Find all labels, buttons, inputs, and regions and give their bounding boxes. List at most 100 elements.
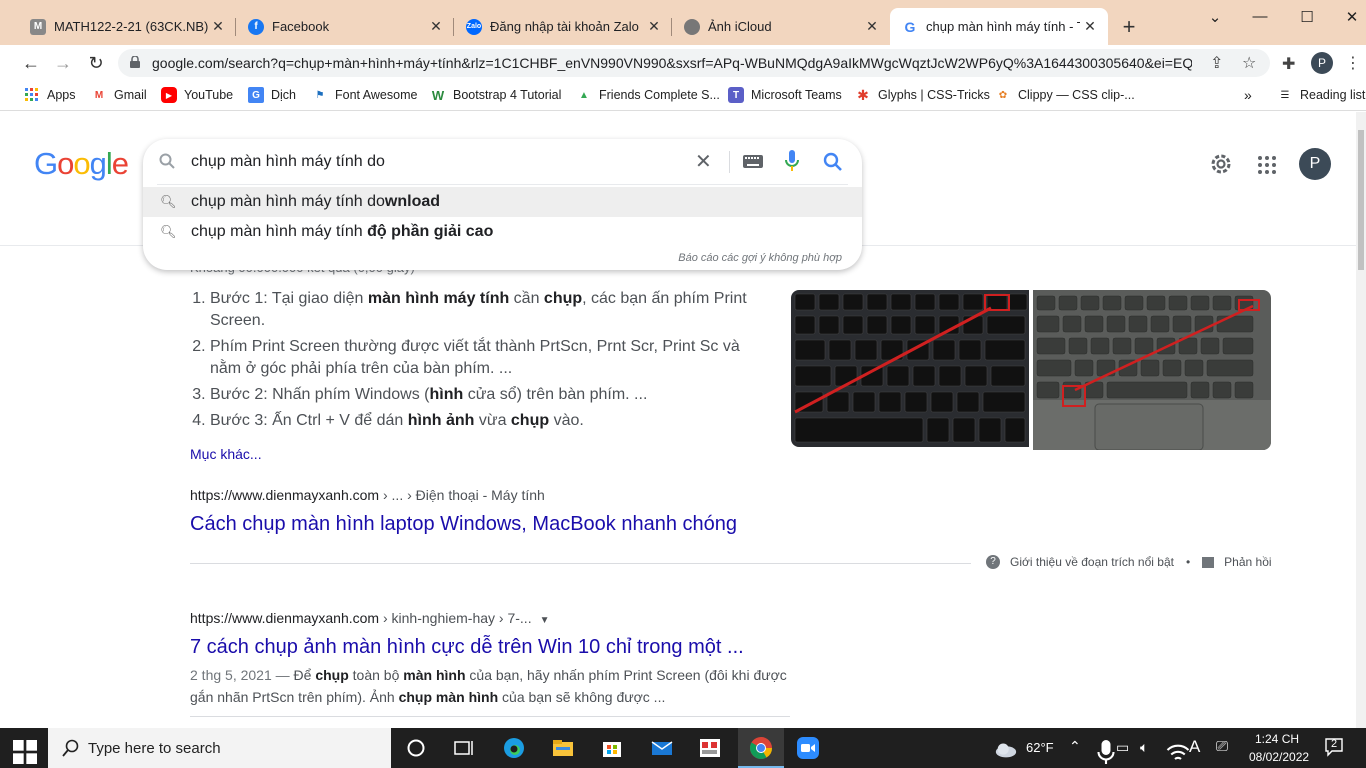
microsoft-store-icon[interactable] [600, 736, 624, 760]
suggestion-completion: wnload [384, 193, 441, 210]
profile-avatar[interactable]: P [1311, 52, 1333, 74]
ime-icon[interactable]: ⎚ [1216, 738, 1228, 755]
bookmark-label: Font Awesome [335, 88, 418, 102]
taskbar-search[interactable]: Type here to search [48, 728, 391, 768]
bookmark-gmail[interactable]: M Gmail [91, 87, 147, 103]
microphone-icon[interactable] [1094, 740, 1118, 764]
bookmark-font-awesome[interactable]: ⚑ Font Awesome [312, 87, 418, 103]
file-explorer-icon[interactable] [551, 736, 575, 760]
suggestion-prefix: chụp màn hình máy tính do [191, 193, 385, 210]
google-logo[interactable]: Google [34, 146, 129, 182]
close-tab-icon[interactable]: ✕ [862, 18, 882, 35]
close-window-button[interactable]: ✕ [1337, 8, 1366, 26]
bookmark-apps[interactable]: Apps [24, 87, 76, 103]
mail-icon[interactable] [650, 736, 674, 760]
clock-time[interactable]: 1:24 CH [1255, 732, 1299, 746]
facebook-icon: f [248, 18, 264, 35]
bookmark-label: Apps [47, 88, 76, 102]
close-tab-icon[interactable]: ✕ [1080, 18, 1100, 35]
tab-facebook[interactable]: f Facebook ✕ [236, 8, 454, 45]
tab-title: Ảnh iCloud [708, 19, 772, 34]
maximize-button[interactable]: ☐ [1292, 8, 1322, 26]
bookmark-glyphs[interactable]: ✱ Glyphs | CSS-Tricks [855, 87, 990, 103]
more-items-link[interactable]: Mục khác... [190, 446, 262, 462]
result-title[interactable]: 7 cách chụp ảnh màn hình cực dễ trên Win… [190, 636, 744, 659]
help-icon: ? [986, 555, 1000, 569]
google-account-avatar[interactable]: P [1299, 148, 1331, 180]
search-input[interactable]: chụp màn hình máy tính do [191, 153, 385, 171]
keyboard-photo-1[interactable] [791, 290, 1029, 447]
reading-list-button[interactable]: ☰ Reading list [1277, 87, 1366, 103]
cortana-icon[interactable] [404, 736, 428, 760]
notification-count: 2 [1331, 738, 1338, 750]
notification-center-icon[interactable]: 2 [1324, 737, 1344, 757]
zoom-icon[interactable] [796, 736, 820, 760]
share-icon[interactable]: ⇪ [1210, 53, 1223, 73]
scrollbar-thumb[interactable] [1358, 130, 1364, 270]
settings-gear-icon[interactable] [1209, 152, 1233, 176]
url-text[interactable]: google.com/search?q=chụp+màn+hình+máy+tí… [152, 55, 1192, 71]
more-bookmarks-icon[interactable]: » [1244, 87, 1252, 103]
tab-google-search[interactable]: G chụp màn hình máy tính - Tì ✕ [890, 8, 1108, 45]
windows-start-icon[interactable] [13, 740, 37, 764]
task-view-icon[interactable] [452, 736, 476, 760]
keyboard-icon[interactable] [743, 155, 763, 168]
suggestion-item[interactable]: 🔍︎ chụp màn hình máy tính độ phần giải c… [143, 217, 862, 247]
about-featured-snippet[interactable]: ? Giới thiệu về đoạn trích nổi bật • Phả… [986, 555, 1272, 569]
volume-icon[interactable]: 🔈︎ [1140, 739, 1148, 756]
close-tab-icon[interactable]: ✕ [644, 18, 664, 35]
chevron-down-icon[interactable]: ▼ [540, 615, 550, 626]
search-submit-icon[interactable] [823, 152, 843, 172]
bookmark-star-icon[interactable]: ☆ [1242, 53, 1256, 73]
bookmark-youtube[interactable]: ▶ YouTube [161, 87, 233, 103]
result-snippet: 2 thg 5, 2021 — Để chụp toàn bộ màn hình… [190, 667, 787, 705]
page-scrollbar[interactable] [1356, 112, 1366, 728]
microphone-icon[interactable] [785, 150, 799, 172]
bookmark-clippy[interactable]: ✿ Clippy — CSS clip-... [995, 87, 1135, 103]
address-bar[interactable]: google.com/search?q=chụp+màn+hình+máy+tí… [118, 49, 1270, 77]
flag-icon: ⚑ [315, 89, 325, 101]
close-tab-icon[interactable]: ✕ [426, 18, 446, 35]
google-icon: G [904, 18, 916, 35]
chevron-up-icon[interactable]: ⌃ [1069, 738, 1081, 755]
search-box[interactable]: chụp màn hình máy tính do ✕ 🔍︎ chụp màn … [143, 139, 862, 270]
clear-icon[interactable]: ✕ [695, 149, 712, 174]
report-suggestions-link[interactable]: Báo cáo các gợi ý không phù hợp [678, 252, 842, 264]
close-tab-icon[interactable]: ✕ [208, 18, 228, 35]
google-apps-icon[interactable] [1258, 156, 1276, 174]
back-button[interactable]: ← [18, 51, 44, 75]
weather-cloud-icon[interactable] [994, 738, 1018, 762]
bookmark-translate[interactable]: G Dịch [248, 87, 296, 103]
weather-temperature[interactable]: 62°F [1026, 740, 1054, 755]
keyboard-photo-2[interactable] [1033, 290, 1271, 450]
input-language-icon[interactable]: A [1189, 737, 1200, 757]
bookmark-bootstrap[interactable]: W Bootstrap 4 Tutorial [430, 87, 562, 103]
wifi-icon[interactable] [1166, 741, 1190, 765]
bookmark-teams[interactable]: T Microsoft Teams [728, 87, 842, 103]
app-icon[interactable] [698, 736, 722, 760]
tab-search-icon[interactable]: ⌄ [1200, 8, 1230, 26]
bookmark-friends[interactable]: ▲ Friends Complete S... [576, 87, 720, 103]
tab-math122[interactable]: M MATH122-2-21 (63CK.NB): đi ✕ [18, 8, 236, 45]
result-url[interactable]: https://www.dienmayxanh.com › kinh-nghie… [190, 610, 550, 626]
teams-icon: T [728, 87, 744, 103]
menu-icon[interactable]: ⋮ [1345, 53, 1361, 73]
battery-icon[interactable]: ▭ [1116, 739, 1129, 756]
result-title[interactable]: Cách chụp màn hình laptop Windows, MacBo… [190, 513, 737, 536]
reload-button[interactable]: ↻ [83, 51, 109, 75]
tab-zalo[interactable]: Zalo Đăng nhập tài khoản Zalo ✕ [454, 8, 672, 45]
search-icon: 🔍︎ [160, 194, 177, 209]
search-icon: 🔍︎ [160, 224, 177, 239]
new-tab-button[interactable]: + [1118, 14, 1140, 40]
edge-icon[interactable] [502, 736, 526, 760]
forward-button[interactable]: → [50, 51, 76, 75]
extensions-icon[interactable]: ✚ [1282, 54, 1295, 74]
result-url[interactable]: https://www.dienmayxanh.com › ... › Điện… [190, 487, 545, 503]
feedback-link[interactable]: Phản hồi [1224, 555, 1271, 569]
minimize-button[interactable]: — [1245, 8, 1275, 25]
list-item: Bước 1: Tại giao diện màn hình máy tính … [210, 288, 760, 332]
clock-date[interactable]: 08/02/2022 [1249, 750, 1309, 764]
chrome-taskbar-button[interactable] [738, 728, 784, 768]
suggestion-item[interactable]: 🔍︎ chụp màn hình máy tính download [143, 187, 862, 217]
tab-icloud[interactable]: Ảnh iCloud ✕ [672, 8, 890, 45]
